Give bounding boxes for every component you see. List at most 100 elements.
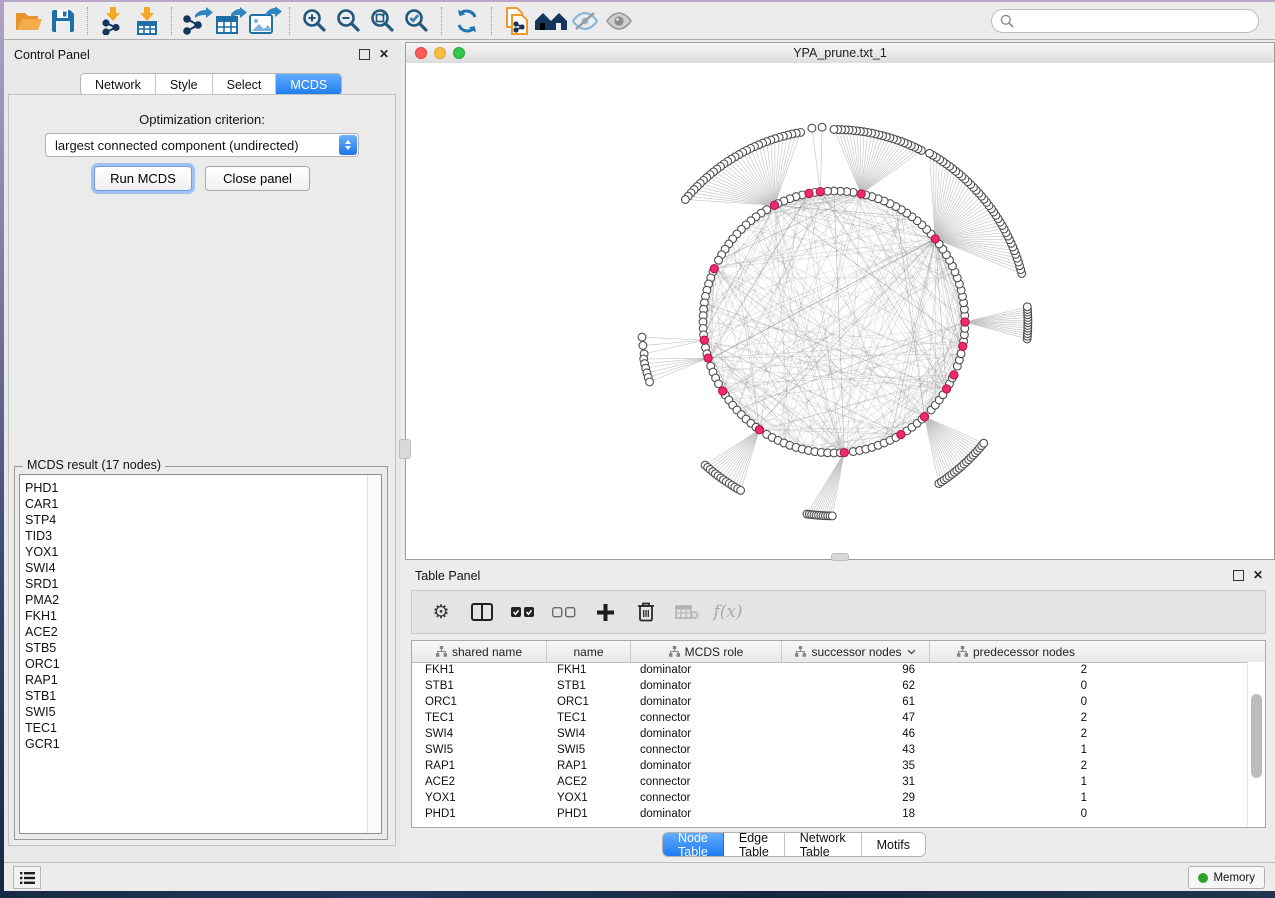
tab-style[interactable]: Style bbox=[156, 74, 213, 95]
mcds-hub-node[interactable] bbox=[816, 188, 824, 196]
mcds-hub-node[interactable] bbox=[710, 265, 718, 273]
optimization-criterion-select[interactable]: largest connected component (undirected) bbox=[45, 133, 359, 157]
mcds-hub-node[interactable] bbox=[920, 413, 928, 421]
deselect-all-icon[interactable] bbox=[551, 599, 577, 625]
leaf-node[interactable] bbox=[682, 196, 690, 204]
network-titlebar[interactable]: YPA_prune.txt_1 bbox=[406, 43, 1274, 64]
zoom-in-icon[interactable] bbox=[298, 6, 332, 36]
mcds-result-item[interactable]: CAR1 bbox=[20, 496, 367, 512]
table-row[interactable]: PHD1PHD1dominator180 bbox=[412, 806, 1248, 822]
mcds-result-item[interactable]: TEC1 bbox=[20, 720, 367, 736]
mcds-hub-node[interactable] bbox=[719, 387, 727, 395]
columns-icon[interactable] bbox=[469, 599, 495, 625]
mcds-result-scrollbar[interactable] bbox=[367, 475, 381, 833]
leaf-node[interactable] bbox=[1023, 303, 1031, 311]
mcds-result-item[interactable]: ORC1 bbox=[20, 656, 367, 672]
table-row[interactable]: SWI4SWI4dominator462 bbox=[412, 726, 1248, 742]
mcds-result-item[interactable]: TID3 bbox=[20, 528, 367, 544]
table-scrollbar[interactable] bbox=[1247, 662, 1265, 827]
column-header-predecessor-nodes[interactable]: predecessor nodes bbox=[930, 641, 1102, 662]
mcds-hub-node[interactable] bbox=[755, 426, 763, 434]
leaf-node[interactable] bbox=[926, 149, 934, 157]
mcds-result-item[interactable]: ACE2 bbox=[20, 624, 367, 640]
column-header-successor-nodes[interactable]: successor nodes bbox=[782, 641, 930, 662]
tab-network[interactable]: Network bbox=[81, 74, 156, 95]
gear-icon[interactable]: ⚙ bbox=[428, 599, 454, 625]
table-row[interactable]: RAP1RAP1dominator352 bbox=[412, 758, 1248, 774]
mcds-result-item[interactable]: STP4 bbox=[20, 512, 367, 528]
leaf-node[interactable] bbox=[830, 126, 838, 134]
search-input[interactable] bbox=[991, 9, 1259, 33]
table-row[interactable]: ACE2ACE2connector311 bbox=[412, 774, 1248, 790]
duplicate-network-icon[interactable] bbox=[500, 6, 534, 36]
tab-select[interactable]: Select bbox=[213, 74, 277, 95]
add-column-icon[interactable] bbox=[592, 599, 618, 625]
leaf-node[interactable] bbox=[638, 333, 646, 341]
table-scrollbar-thumb[interactable] bbox=[1251, 694, 1262, 778]
mcds-hub-node[interactable] bbox=[770, 201, 778, 209]
close-panel-icon[interactable]: ✕ bbox=[379, 50, 389, 59]
leaf-node[interactable] bbox=[737, 487, 745, 495]
leaf-node[interactable] bbox=[639, 342, 647, 350]
tab-motifs[interactable]: Motifs bbox=[862, 833, 925, 856]
mcds-result-item[interactable]: STB5 bbox=[20, 640, 367, 656]
horizontal-splitter-handle[interactable] bbox=[831, 553, 849, 561]
home-pair-icon[interactable] bbox=[534, 6, 568, 36]
show-eye-icon[interactable] bbox=[602, 6, 636, 36]
mcds-hub-node[interactable] bbox=[959, 342, 967, 350]
mcds-hub-node[interactable] bbox=[950, 371, 958, 379]
network-canvas[interactable] bbox=[406, 63, 1274, 559]
mcds-result-item[interactable]: YOX1 bbox=[20, 544, 367, 560]
mcds-result-item[interactable]: RAP1 bbox=[20, 672, 367, 688]
refresh-icon[interactable] bbox=[450, 6, 484, 36]
mcds-hub-node[interactable] bbox=[840, 449, 848, 457]
close-panel-button[interactable]: Close panel bbox=[205, 166, 310, 191]
mcds-hub-node[interactable] bbox=[931, 235, 939, 243]
import-table-icon[interactable] bbox=[130, 6, 164, 36]
float-panel-icon[interactable] bbox=[359, 49, 370, 60]
mcds-hub-node[interactable] bbox=[961, 318, 969, 326]
delete-column-icon[interactable] bbox=[633, 599, 659, 625]
memory-button[interactable]: Memory bbox=[1188, 866, 1265, 889]
mcds-hub-node[interactable] bbox=[805, 189, 813, 197]
export-table-icon[interactable] bbox=[214, 6, 248, 36]
float-panel-icon[interactable] bbox=[1233, 570, 1244, 581]
mcds-hub-node[interactable] bbox=[704, 354, 712, 362]
column-header-shared-name[interactable]: shared name bbox=[412, 641, 547, 662]
table-row[interactable]: STB1STB1dominator620 bbox=[412, 678, 1248, 694]
mcds-hub-node[interactable] bbox=[943, 385, 951, 393]
vertical-splitter-handle[interactable] bbox=[399, 439, 411, 459]
save-icon[interactable] bbox=[46, 6, 80, 36]
leaf-node[interactable] bbox=[818, 123, 826, 131]
run-mcds-button[interactable]: Run MCDS bbox=[94, 166, 192, 191]
mcds-result-item[interactable]: SWI5 bbox=[20, 704, 367, 720]
chevron-down-icon[interactable] bbox=[907, 649, 916, 655]
leaf-node[interactable] bbox=[828, 512, 836, 520]
mcds-result-item[interactable]: SWI4 bbox=[20, 560, 367, 576]
ring-node[interactable] bbox=[715, 256, 723, 264]
table-row[interactable]: ORC1ORC1dominator610 bbox=[412, 694, 1248, 710]
mcds-result-item[interactable]: STB1 bbox=[20, 688, 367, 704]
tab-mcds[interactable]: MCDS bbox=[276, 74, 341, 95]
leaf-node[interactable] bbox=[980, 439, 988, 447]
leaf-node[interactable] bbox=[808, 124, 816, 132]
column-header-MCDS-role[interactable]: MCDS role bbox=[631, 641, 782, 662]
mcds-result-item[interactable]: GCR1 bbox=[20, 736, 367, 752]
tab-edge-table[interactable]: Edge Table bbox=[724, 833, 785, 856]
mcds-result-item[interactable]: FKH1 bbox=[20, 608, 367, 624]
mcds-hub-node[interactable] bbox=[897, 431, 905, 439]
table-row[interactable]: FKH1FKH1dominator962 bbox=[412, 662, 1248, 678]
mcds-result-item[interactable]: PMA2 bbox=[20, 592, 367, 608]
mcds-result-item[interactable]: PHD1 bbox=[20, 480, 367, 496]
tab-network-table[interactable]: Network Table bbox=[785, 833, 862, 856]
mcds-hub-node[interactable] bbox=[857, 190, 865, 198]
hide-eye-icon[interactable] bbox=[568, 6, 602, 36]
mcds-hub-node[interactable] bbox=[700, 336, 708, 344]
close-panel-icon[interactable]: ✕ bbox=[1253, 571, 1263, 580]
task-history-button[interactable] bbox=[13, 866, 41, 889]
open-folder-icon[interactable] bbox=[12, 6, 46, 36]
zoom-fit-icon[interactable] bbox=[366, 6, 400, 36]
tab-node-table[interactable]: Node Table bbox=[663, 833, 724, 856]
table-row[interactable]: YOX1YOX1connector291 bbox=[412, 790, 1248, 806]
column-header-name[interactable]: name bbox=[547, 641, 631, 662]
